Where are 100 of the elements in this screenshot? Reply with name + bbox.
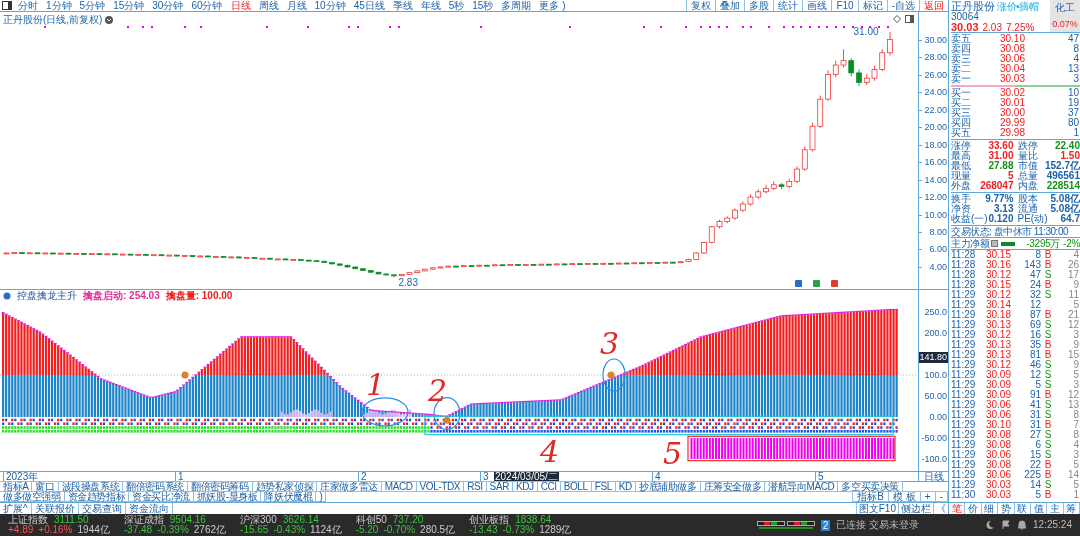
indicator-axis-label: 250.0 xyxy=(923,307,948,317)
time-axis-label: 1 xyxy=(175,472,184,481)
indicator-tab[interactable]: 窗口 xyxy=(31,481,59,492)
tick-volume: 81 xyxy=(1028,350,1041,360)
period-tab[interactable]: 多周期 xyxy=(497,0,536,11)
tick-volume: 16 xyxy=(1028,330,1041,340)
stat-label: PE(动) xyxy=(1017,214,1048,224)
index-name: 创业板指 xyxy=(469,515,510,525)
toolbar-button[interactable]: F10 xyxy=(831,0,858,11)
side-button[interactable]: 模 板 xyxy=(888,491,921,502)
period-tab[interactable]: 60分钟 xyxy=(187,0,227,11)
period-tab[interactable]: 周线 xyxy=(254,0,283,11)
index-amount: 2762亿 xyxy=(193,525,227,535)
indicator-tab[interactable]: RSI xyxy=(463,481,487,492)
tick-count: 12 xyxy=(1066,390,1080,400)
side-button[interactable]: 指标B xyxy=(852,491,890,502)
tick-volume: 27 xyxy=(1028,430,1041,440)
period-tab[interactable]: 15秒 xyxy=(468,0,498,11)
side-button[interactable]: + xyxy=(919,491,936,502)
toolbar-button[interactable]: 叠加 xyxy=(715,0,745,11)
index-value: 3626.14 xyxy=(282,515,319,525)
indicator-tab[interactable]: 庄筹安全做多 xyxy=(699,481,766,492)
period-tab[interactable]: 30分钟 xyxy=(148,0,188,11)
tick-time: 11:29 xyxy=(951,420,977,430)
indicator-tab[interactable]: 做多做空强弱 xyxy=(0,491,65,502)
indicator-tab[interactable]: 资金买比净流 xyxy=(128,491,194,502)
period-tab[interactable]: 45日线 xyxy=(349,0,389,11)
index-change: -15.65 xyxy=(240,525,269,535)
calendar-icon[interactable] xyxy=(990,240,998,247)
toolbar-button[interactable]: 标记 xyxy=(857,0,887,11)
tick-time: 11:28 xyxy=(951,260,977,270)
period-tab[interactable]: 季线 xyxy=(388,0,417,11)
period-tab[interactable]: 5分钟 xyxy=(75,0,110,11)
period-tab[interactable]: 日线 xyxy=(226,0,255,11)
tick-price: 30.08 xyxy=(984,440,1011,450)
toolbar-button[interactable]: 多股 xyxy=(744,0,774,11)
stat-label: 流通 xyxy=(1017,204,1038,214)
stat-value: 27.88 xyxy=(988,161,1014,171)
indicator-tab[interactable]: 翻倍密码筹码 xyxy=(186,481,253,492)
period-tab[interactable]: 月线 xyxy=(282,0,311,11)
indicator-tab[interactable]: MACD xyxy=(380,481,417,492)
indicator-tab[interactable]: KDJ xyxy=(512,481,538,492)
stat-label: 换手 xyxy=(951,194,971,204)
tick-time: 11:29 xyxy=(951,300,977,310)
indicator-tab[interactable]: 庄家做多雷达 xyxy=(316,481,382,492)
indicator-tab[interactable]: 指标A xyxy=(0,481,33,492)
stat-label: 涨停 xyxy=(951,141,971,151)
bell-icon[interactable] xyxy=(1017,520,1028,530)
indicator-tab[interactable]: 多空买卖决策 xyxy=(837,481,903,492)
period-tab[interactable]: 1分钟 xyxy=(42,0,76,11)
side-button[interactable]: - xyxy=(934,491,948,502)
period-tab[interactable]: 更多 ) xyxy=(535,0,570,11)
tick-side: B xyxy=(1044,260,1052,270)
tick-side: S xyxy=(1044,430,1052,440)
indicator-tab[interactable]: CCI xyxy=(536,481,561,492)
tick-volume: 35 xyxy=(1028,340,1041,350)
book-label: 卖一 xyxy=(951,74,972,84)
period-tab[interactable]: 分时 xyxy=(14,0,42,11)
caret-icon[interactable] xyxy=(105,16,114,24)
panel-icon[interactable] xyxy=(905,15,914,23)
toolbar-button[interactable]: -自选 xyxy=(886,0,919,11)
window-icon[interactable] xyxy=(2,1,12,10)
indicator-tab[interactable]: 降妖伏魔棍 xyxy=(260,491,317,502)
stat-value: 152.7亿 xyxy=(1044,161,1080,171)
toolbar-button[interactable]: 返回 xyxy=(919,0,948,11)
indicator-tab[interactable]: VOL-TDX xyxy=(415,481,465,492)
period-tab[interactable]: 10分钟 xyxy=(310,0,350,11)
tick-count: 9 xyxy=(1072,280,1080,290)
toolbar-button[interactable]: 统计 xyxy=(773,0,803,11)
indicator-tab[interactable]: 翻倍密码系统 xyxy=(122,481,188,492)
indicator-tab[interactable]: ) xyxy=(315,491,327,502)
indicator-tab[interactable]: 资金趋势指标 xyxy=(63,491,130,502)
indicator-tab[interactable]: 趋势私家侦探 xyxy=(251,481,318,492)
signal-meter-icon xyxy=(756,521,815,529)
toolbar-button[interactable]: 复权 xyxy=(686,0,716,11)
stat-value: 228514 xyxy=(1046,181,1080,191)
period-tab[interactable]: 年线 xyxy=(416,0,445,11)
time-axis-label: 2 xyxy=(358,472,367,481)
period-tab[interactable]: 15分钟 xyxy=(109,0,149,11)
index-value: 1838.64 xyxy=(515,515,552,525)
indicator-tab[interactable]: 抓妖股-显身板 xyxy=(192,491,262,502)
tick-price: 30.13 xyxy=(984,340,1011,350)
moon-icon[interactable] xyxy=(985,520,996,530)
indicator-tab[interactable]: 潜航导向MACD xyxy=(764,481,839,492)
indicator-tab[interactable]: KD xyxy=(614,481,636,492)
indicator-tab[interactable]: BOLL xyxy=(559,481,592,492)
indicator-tab[interactable]: 抄底辅助做多 xyxy=(634,481,701,492)
indicator-tab[interactable]: SAR xyxy=(485,481,513,492)
book-price: 30.04 xyxy=(998,64,1025,74)
tick-volume: 87 xyxy=(1028,310,1041,320)
flag-icon[interactable] xyxy=(1001,520,1012,530)
price-axis-label: 28.00 xyxy=(924,52,948,63)
toolbar-button[interactable]: 画线 xyxy=(802,0,832,11)
indicator-tab[interactable]: FSL xyxy=(590,481,616,492)
period-tab[interactable]: 5秒 xyxy=(444,0,469,11)
price-axis-label: 26.00 xyxy=(924,69,948,80)
indicator-icon[interactable] xyxy=(3,292,11,300)
tick-volume: 5 xyxy=(1034,490,1041,500)
tick-price: 30.16 xyxy=(984,260,1011,270)
indicator-tab[interactable]: 波段操盘系统 xyxy=(57,481,124,492)
